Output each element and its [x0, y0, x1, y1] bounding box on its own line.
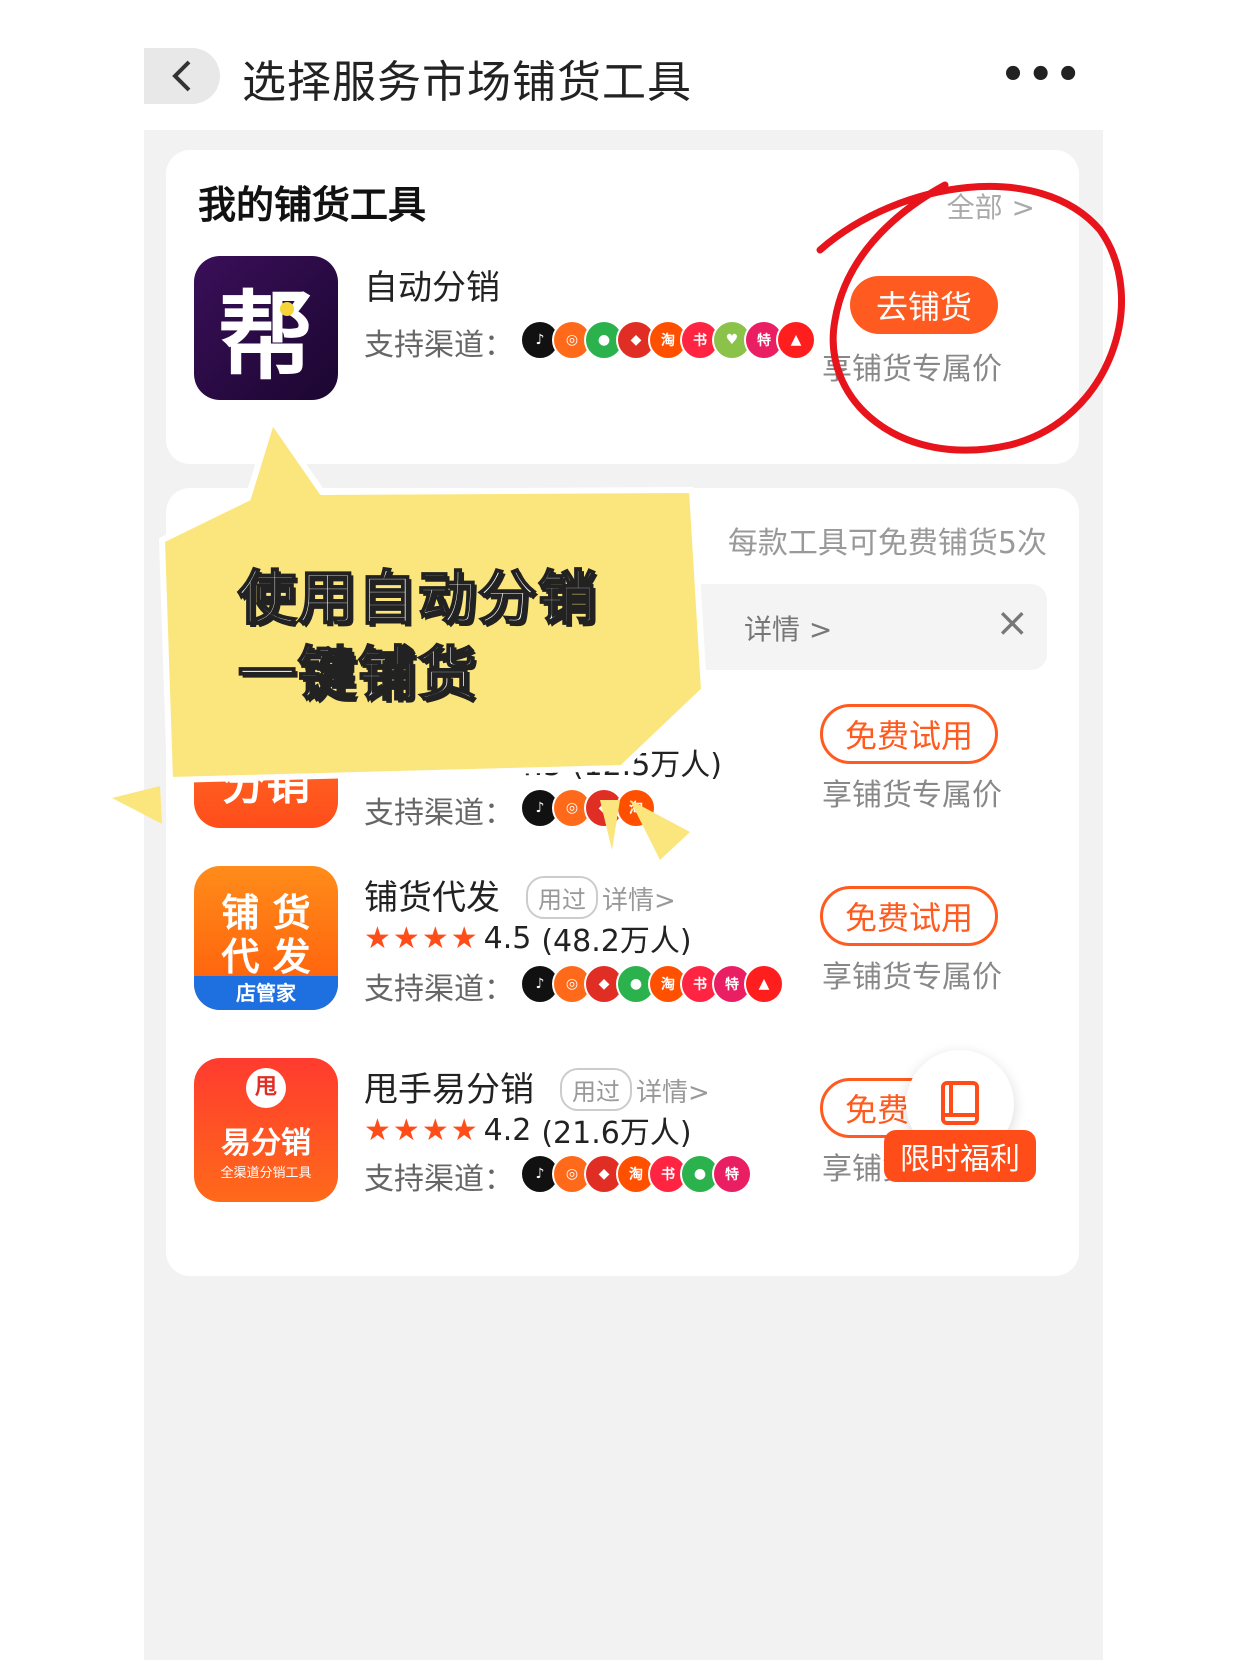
app-icon-line2: 代 发	[221, 935, 311, 979]
used-tag: 用过	[526, 876, 598, 919]
channel-icons: ♪ ◎ ◆ 淘	[520, 788, 656, 828]
book-icon	[941, 1081, 979, 1125]
star-icon: ★	[450, 920, 478, 956]
channels-label: 支持渠道：	[364, 796, 514, 831]
channel-icons: ♪ ◎ ◆ 淘 书 ● 特	[520, 1154, 752, 1194]
annotation-line1: 使用自动分销	[237, 563, 599, 633]
app-name: 铺货代发	[364, 878, 500, 918]
channels-label: 支持渠道：	[364, 1162, 514, 1197]
price-note: 享铺货专属价	[822, 960, 1002, 995]
price-note: 享铺货专属价	[822, 352, 1002, 387]
rating-row: ★ ★ ★ ★ 4.5 (48.2万人)	[364, 916, 692, 960]
view-all-link[interactable]: 全部 >	[947, 186, 1035, 226]
thumb-icon: ▲	[744, 964, 784, 1004]
back-button[interactable]	[144, 48, 220, 104]
taobao-icon: 淘	[616, 788, 656, 828]
detail-link[interactable]: 详情>	[602, 880, 676, 917]
tips-detail-link[interactable]: 详情 >	[744, 608, 832, 648]
app-icon-glyph: 帮	[218, 280, 314, 393]
my-tools-card: 我的铺货工具 全部 > 帮 自动分销 支持渠道： ♪ ◎ ● ◆ 淘 书 ♥ 特…	[166, 150, 1079, 464]
annotation-line2: 一键铺货	[237, 639, 479, 709]
star-icon: ★	[421, 920, 449, 956]
star-icon: ★	[421, 1112, 449, 1148]
nav-bar: 选择服务市场铺货工具 •••	[144, 0, 1103, 130]
app-screen: 选择服务市场铺货工具 ••• 我的铺货工具 全部 > 帮 自动分销 支持渠道： …	[144, 0, 1103, 1660]
app-icon-auto-dist[interactable]: 帮	[194, 256, 338, 400]
app-icon-shuaishou[interactable]: 甩 易分销 全渠道分销工具	[194, 1058, 338, 1202]
more-button[interactable]: •••	[1000, 52, 1083, 98]
annotation-text: 使用自动分销 一键铺货	[237, 560, 599, 712]
app-icon-text: 分销	[222, 759, 310, 810]
app-name: 自动分销	[364, 268, 500, 308]
raters-count: (48.2万人)	[541, 924, 692, 959]
my-tools-title: 我的铺货工具	[198, 183, 427, 227]
page-title: 选择服务市场铺货工具	[242, 57, 692, 108]
rating-text: 4.5 (12.5万人)	[514, 748, 722, 783]
price-note: 享铺货专属价	[822, 778, 1002, 813]
star-icon: ★	[421, 744, 449, 780]
app-icon-line1: 易分销	[221, 1126, 311, 1161]
app-icon-sub: 店管家	[194, 976, 338, 1010]
app-icon-sub: 全渠道分销工具	[220, 1166, 312, 1181]
free-trial-button[interactable]: 免费试用	[820, 886, 998, 946]
star-icon: ★	[364, 920, 391, 956]
app-icon-puhuo-daifa[interactable]: 铺 货 代 发 店管家	[194, 866, 338, 1010]
star-icon: ★	[392, 920, 420, 956]
temai-icon: 特	[712, 1154, 752, 1194]
raters-count: (21.6万人)	[541, 1116, 692, 1151]
channels-label: 支持渠道：	[364, 972, 514, 1007]
promo-badge[interactable]: 限时福利	[884, 1130, 1036, 1182]
star-icon: ★	[364, 1112, 391, 1148]
chevron-left-icon	[172, 60, 191, 92]
close-icon[interactable]: ×	[995, 600, 1029, 646]
detail-link[interactable]: 详情>	[636, 1072, 710, 1109]
free-notice: 每款工具可免费铺货5次	[727, 526, 1047, 561]
channels-label: 支持渠道：	[364, 328, 514, 363]
thumb-icon: ▲	[776, 320, 816, 360]
star-icon: ★	[392, 744, 420, 780]
free-trial-button[interactable]: 免费试用	[820, 704, 998, 764]
used-tag: 用过	[560, 1068, 632, 1111]
app-icon-dot	[280, 302, 294, 316]
rating-row: ★ ★ ★ ★ 4.2 (21.6万人)	[364, 1108, 692, 1152]
star-icon: ★	[450, 1112, 478, 1148]
star-icon: ★	[392, 1112, 420, 1148]
app-name: 甩手易分销	[364, 1070, 534, 1110]
star-icon: ★	[450, 744, 478, 780]
rating-value: 4.5	[483, 920, 532, 956]
channel-icons: ♪ ◎ ◆ ● 淘 书 特 ▲	[520, 964, 784, 1004]
go-list-button[interactable]: 去铺货	[850, 276, 998, 334]
app-icon-mark: 甩	[246, 1068, 286, 1108]
rating-value: 4.2	[483, 1112, 532, 1148]
star-icon: ★	[479, 744, 507, 780]
rating-row: ★ ★ ★ ★ ★ 4.5 (12.5万人)	[364, 740, 722, 784]
star-icon: ★	[364, 744, 391, 780]
channel-icons: ♪ ◎ ● ◆ 淘 书 ♥ 特 ▲	[520, 320, 816, 360]
